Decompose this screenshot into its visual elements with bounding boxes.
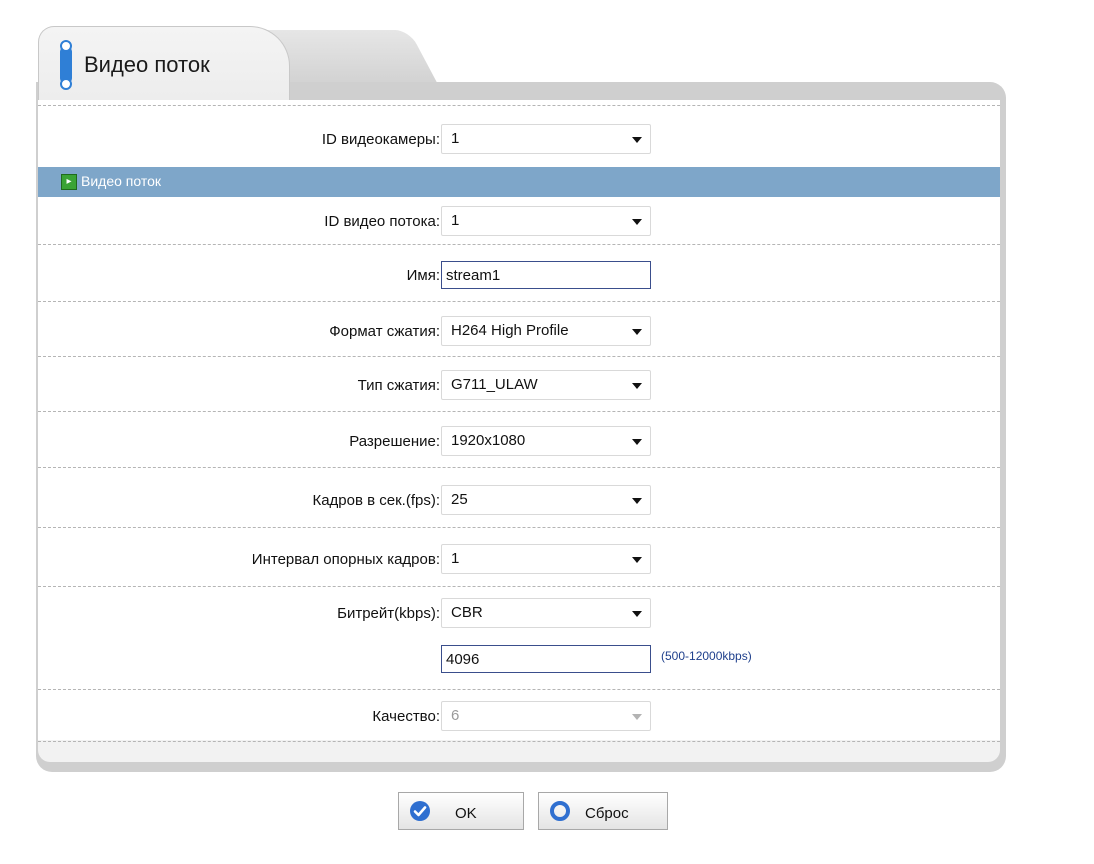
- divider: [38, 301, 1000, 302]
- divider: [38, 527, 1000, 528]
- panel-footer-strip: [38, 740, 1000, 762]
- ok-button-label: OK: [455, 805, 477, 822]
- compression-format-label: Формат сжатия:: [329, 323, 440, 340]
- bitrate-label: Битрейт(kbps):: [337, 605, 440, 622]
- stream-id-select[interactable]: 1: [441, 206, 651, 236]
- section-title: Видео поток: [81, 173, 162, 189]
- check-icon: [410, 801, 430, 821]
- resolution-select[interactable]: 1920x1080: [441, 426, 651, 456]
- chevron-down-icon: [632, 498, 642, 504]
- keyframe-interval-label: Интервал опорных кадров:: [251, 551, 440, 568]
- chevron-down-icon: [632, 611, 642, 617]
- bitrate-range-hint: (500-12000kbps): [661, 649, 752, 663]
- divider: [38, 586, 1000, 587]
- chevron-down-icon: [632, 714, 642, 720]
- fps-select[interactable]: 25: [441, 485, 651, 515]
- camera-id-label: ID видеокамеры:: [321, 131, 440, 148]
- divider: [38, 741, 1000, 742]
- divider: [38, 467, 1000, 468]
- keyframe-interval-value: 1: [451, 550, 460, 567]
- divider: [38, 105, 1000, 106]
- quality-select: 6: [441, 701, 651, 731]
- name-input[interactable]: [441, 261, 651, 289]
- fps-label: Кадров в сек.(fps):: [312, 492, 440, 509]
- bitrate-mode-select[interactable]: CBR: [441, 598, 651, 628]
- chevron-down-icon: [632, 219, 642, 225]
- tab-marker-icon: [60, 40, 72, 90]
- compression-type-label: Тип сжатия:: [357, 377, 440, 394]
- chevron-down-icon: [632, 557, 642, 563]
- compression-format-value: H264 High Profile: [451, 322, 569, 339]
- keyframe-interval-select[interactable]: 1: [441, 544, 651, 574]
- stream-id-value: 1: [451, 212, 460, 229]
- quality-value: 6: [451, 707, 460, 724]
- reset-button[interactable]: Сброс: [538, 792, 668, 830]
- compression-type-select[interactable]: G711_ULAW: [441, 370, 651, 400]
- chevron-down-icon: [632, 137, 642, 143]
- chevron-down-icon: [632, 439, 642, 445]
- fps-value: 25: [451, 491, 468, 508]
- resolution-label: Разрешение:: [349, 433, 440, 450]
- expand-arrow-icon[interactable]: ▸: [61, 174, 77, 190]
- stream-id-label: ID видео потока:: [324, 213, 440, 230]
- tab-title: Видео поток: [84, 52, 210, 77]
- compression-type-value: G711_ULAW: [451, 376, 538, 393]
- divider: [38, 411, 1000, 412]
- reset-button-label: Сброс: [585, 805, 629, 822]
- camera-id-value: 1: [451, 130, 460, 147]
- section-header: [38, 167, 1000, 197]
- ok-button[interactable]: OK: [398, 792, 524, 830]
- chevron-down-icon: [632, 383, 642, 389]
- divider: [38, 689, 1000, 690]
- divider: [38, 356, 1000, 357]
- quality-label: Качество:: [372, 708, 440, 725]
- bitrate-mode-value: CBR: [451, 604, 483, 621]
- camera-id-select[interactable]: 1: [441, 124, 651, 154]
- chevron-down-icon: [632, 329, 642, 335]
- compression-format-select[interactable]: H264 High Profile: [441, 316, 651, 346]
- name-label: Имя:: [406, 267, 440, 284]
- bitrate-value-input[interactable]: [441, 645, 651, 673]
- divider: [38, 244, 1000, 245]
- resolution-value: 1920x1080: [451, 432, 526, 449]
- reset-circle-icon: [550, 801, 570, 821]
